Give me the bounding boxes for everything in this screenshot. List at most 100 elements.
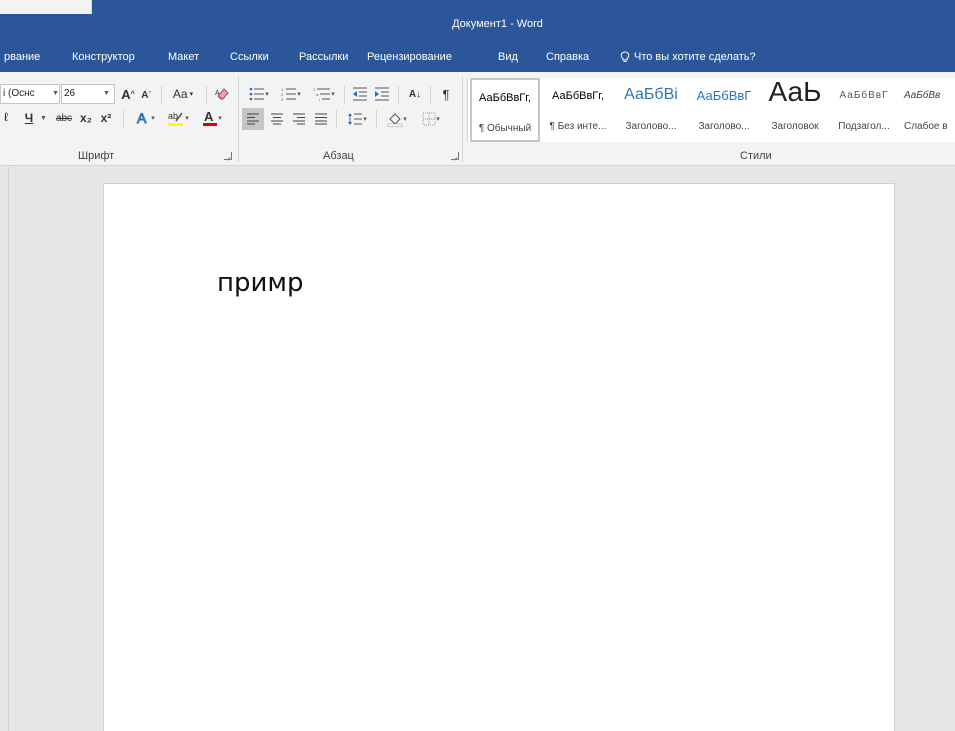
style-subtle-emphasis[interactable]: АаБбВв Слабое в (900, 78, 955, 142)
style-sample: АаБбВі (624, 86, 678, 103)
font-color-icon: A (203, 109, 218, 126)
align-center-icon (271, 113, 283, 125)
tab-references[interactable]: Ссылки (230, 51, 269, 63)
decrease-indent-button[interactable] (350, 84, 370, 104)
sort-button[interactable]: A↓ (405, 84, 425, 104)
font-color-button[interactable]: A ▾ (196, 108, 228, 128)
tell-me-search[interactable]: Что вы хотите сделать? (620, 51, 756, 63)
tab-view[interactable]: Вид (498, 51, 518, 63)
style-sample: АаБбВв (904, 90, 941, 101)
font-size-value: 26 (64, 88, 76, 99)
shading-button[interactable]: ▾ (382, 108, 412, 130)
tab-mailings[interactable]: Рассылки (299, 51, 348, 63)
strikethrough-label: abc (55, 112, 73, 124)
sort-label: A↓ (408, 88, 422, 100)
eraser-icon: A (215, 88, 229, 100)
borders-button[interactable]: ▾ (416, 108, 446, 130)
style-name: Заголово... (625, 121, 677, 132)
subscript-button[interactable]: x₂ (78, 108, 94, 128)
justify-button[interactable] (310, 108, 332, 130)
window-title: Документ1 - Word (452, 18, 543, 30)
superscript-label: x² (100, 111, 112, 125)
paint-bucket-icon (387, 113, 403, 127)
underline-label: Ч (24, 111, 34, 125)
text-effects-icon: A (137, 110, 148, 126)
chevron-down-icon: ▼ (40, 115, 47, 122)
style-sample: АаЬ (768, 76, 822, 107)
superscript-button[interactable]: x² (98, 108, 114, 128)
tell-me-label: Что вы хотите сделать? (634, 51, 756, 63)
underline-button[interactable]: Ч (22, 108, 36, 128)
tab-design[interactable]: Конструктор (72, 51, 135, 63)
multilevel-list-button[interactable]: 1 a i ▾ (308, 84, 340, 104)
align-right-button[interactable] (288, 108, 310, 130)
chevron-down-icon: ▼ (52, 90, 59, 97)
font-dialog-launcher-icon[interactable] (224, 152, 232, 160)
svg-text:i: i (319, 97, 320, 101)
tab-insert-partial[interactable]: рвание (4, 51, 40, 63)
line-spacing-icon (348, 113, 363, 125)
font-name-value: i (Оснс (3, 88, 35, 99)
style-heading-2[interactable]: АаБбВвГ Заголово... (688, 78, 760, 142)
style-name: ¶ Обычный (478, 123, 532, 134)
style-sample: АаБбВвГ (696, 88, 752, 103)
align-center-button[interactable] (266, 108, 288, 130)
lightbulb-icon (620, 51, 630, 62)
borders-icon (422, 112, 436, 126)
text-effects-button[interactable]: A ▾ (130, 108, 160, 128)
multilevel-list-icon: 1 a i (313, 87, 331, 101)
quick-access-area (0, 0, 92, 14)
align-left-button[interactable] (242, 108, 264, 130)
style-normal[interactable]: АаБбВвГг, ¶ Обычный (470, 78, 540, 142)
svg-text:A: A (215, 90, 220, 97)
style-subtitle[interactable]: АаБбВвГ Подзагол... (830, 78, 898, 142)
style-name: ¶ Без инте... (549, 121, 607, 132)
justify-icon (315, 113, 327, 125)
font-name-combo[interactable]: i (Оснс (0, 84, 60, 104)
font-group-label: Шрифт (78, 150, 115, 162)
show-formatting-button[interactable]: ¶ (436, 84, 456, 104)
bullet-list-icon (249, 87, 265, 101)
style-name: Подзагол... (838, 121, 890, 132)
shrink-font-button[interactable]: Aˇ (138, 86, 154, 104)
styles-group-label: Стили (740, 150, 772, 162)
svg-text:3: 3 (281, 97, 284, 101)
style-sample: АаБбВвГг, (552, 90, 604, 102)
line-spacing-button[interactable]: ▾ (342, 108, 372, 130)
align-right-icon (293, 113, 305, 125)
change-case-button[interactable]: Aa ▾ (168, 84, 198, 104)
highlighter-icon: ab (168, 111, 184, 126)
svg-text:A: A (204, 109, 214, 124)
word-window: Документ1 - Word рвание Конструктор Маке… (0, 0, 955, 731)
increase-indent-button[interactable] (372, 84, 392, 104)
subscript-label: x₂ (79, 111, 92, 125)
highlight-color-button[interactable]: ab ▾ (162, 108, 194, 128)
clear-formatting-button[interactable]: A (213, 84, 233, 104)
style-name: Слабое в (904, 121, 948, 132)
style-title[interactable]: АаЬ Заголовок (762, 76, 828, 142)
style-sample: АаБбВвГг, (479, 92, 531, 104)
decrease-indent-icon (353, 87, 367, 101)
document-page[interactable]: примр (103, 183, 895, 731)
tab-layout[interactable]: Макет (168, 51, 199, 63)
italic-button-partial[interactable]: ℓ (4, 110, 8, 124)
style-name: Заголовок (771, 121, 819, 132)
paragraph-dialog-launcher-icon[interactable] (451, 152, 459, 160)
change-case-label: Aa (172, 87, 188, 101)
tab-review[interactable]: Рецензирование (367, 51, 452, 63)
numbered-list-icon: 1 2 3 (281, 87, 297, 101)
numbering-button[interactable]: 1 2 3 ▾ (276, 84, 306, 104)
style-name: Заголово... (698, 121, 750, 132)
style-heading-1[interactable]: АаБбВі Заголово... (616, 78, 686, 142)
bullets-button[interactable]: ▾ (244, 84, 274, 104)
paragraph-group-label: Абзац (323, 150, 354, 162)
style-no-spacing[interactable]: АаБбВвГг, ¶ Без инте... (542, 78, 614, 142)
strikethrough-button[interactable]: abc (54, 108, 74, 128)
increase-indent-icon (375, 87, 389, 101)
grow-font-button[interactable]: A ^ (120, 84, 136, 104)
style-sample: АаБбВвГ (839, 90, 889, 101)
document-text[interactable]: примр (217, 268, 304, 298)
shrink-font-label: A (141, 89, 149, 101)
align-left-icon (247, 113, 259, 125)
tab-help[interactable]: Справка (546, 51, 589, 63)
